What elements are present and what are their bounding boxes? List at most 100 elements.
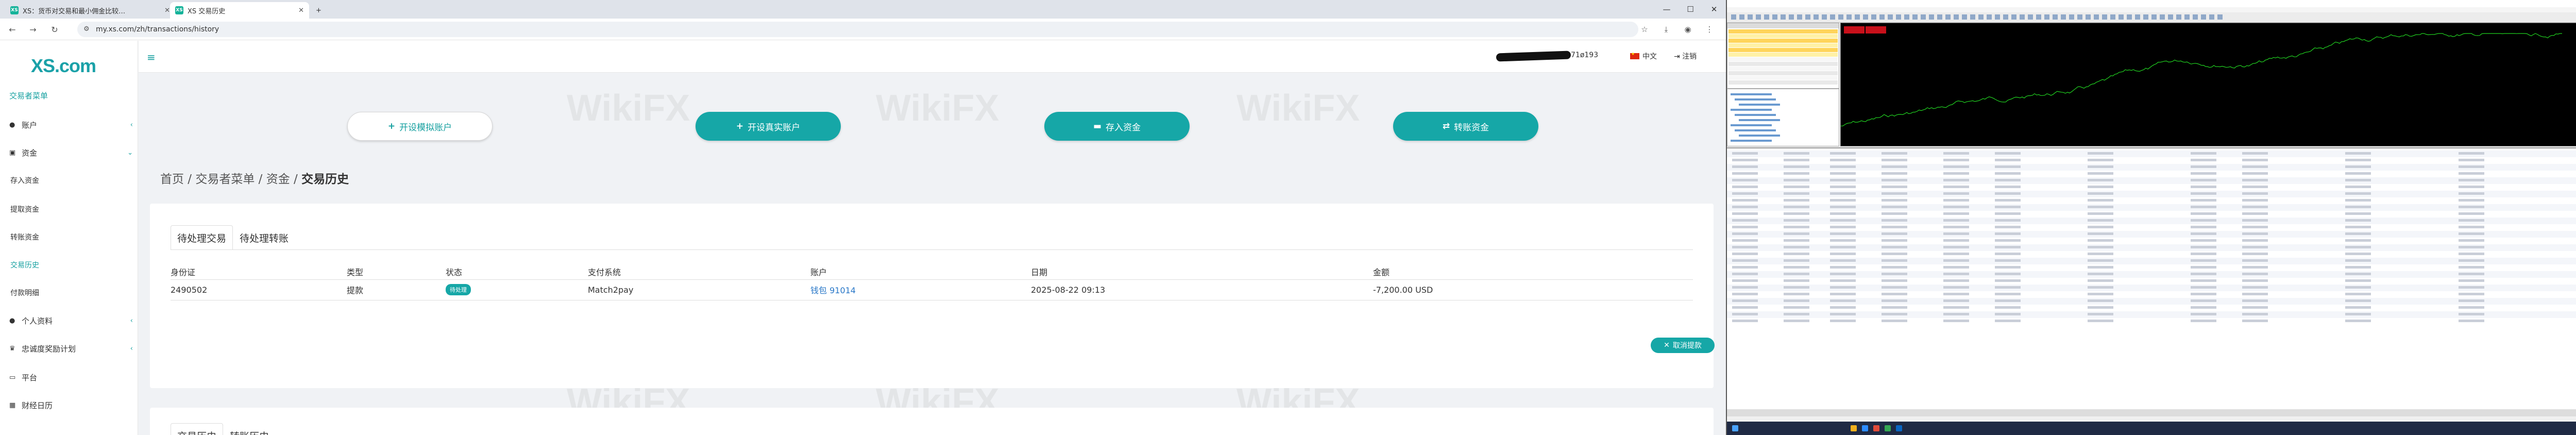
market-watch-row[interactable]: [1728, 48, 1838, 52]
toolbar-button-icon[interactable]: [2119, 14, 2124, 20]
tab-transfer-history[interactable]: 转账历史: [223, 423, 276, 435]
toolbar-button-icon[interactable]: [2209, 14, 2214, 20]
market-watch-row[interactable]: [1728, 43, 1838, 47]
history-row[interactable]: [1727, 291, 2576, 298]
toolbar-button-icon[interactable]: [1797, 14, 1802, 20]
navigator-item[interactable]: [1731, 109, 1772, 111]
market-watch-row[interactable]: [1728, 29, 1838, 34]
sidebar-item-calendar[interactable]: ▦ 财经日历: [9, 397, 133, 413]
toolbar-button-icon[interactable]: [1855, 14, 1860, 20]
history-row[interactable]: [1727, 258, 2576, 264]
deposit-funds-button[interactable]: ▬ 存入资金: [1044, 112, 1190, 141]
toolbar-button-icon[interactable]: [1871, 14, 1876, 20]
history-row[interactable]: [1727, 271, 2576, 278]
download-icon[interactable]: ⤓: [1660, 23, 1672, 36]
market-watch-row[interactable]: [1728, 71, 1838, 75]
taskbar-app-icon[interactable]: [1851, 425, 1857, 431]
market-watch-row[interactable]: [1728, 76, 1838, 80]
history-row[interactable]: [1727, 285, 2576, 291]
history-row[interactable]: [1727, 224, 2576, 231]
back-icon[interactable]: ←: [6, 23, 19, 36]
maximize-icon[interactable]: ☐: [1679, 0, 1702, 19]
sidebar-item-withdraw[interactable]: 提取资金: [10, 202, 134, 217]
toolbar-button-icon[interactable]: [1937, 14, 1942, 20]
reload-icon[interactable]: ↻: [48, 23, 61, 36]
toolbar-button-icon[interactable]: [2044, 14, 2049, 20]
toolbar-button-icon[interactable]: [1978, 14, 1984, 20]
toolbar-button-icon[interactable]: [1970, 14, 1975, 20]
hamburger-menu-icon[interactable]: ≡: [147, 51, 156, 63]
browser-tab-1[interactable]: XS XS：货币对交易和最小佣金比较… ✕: [5, 2, 175, 19]
toolbar-button-icon[interactable]: [1805, 14, 1810, 20]
breadcrumb-home[interactable]: 首页: [160, 173, 184, 186]
navigator-item[interactable]: [1739, 119, 1780, 121]
logout-button[interactable]: ⇥ 注销: [1674, 51, 1697, 61]
history-row[interactable]: [1727, 244, 2576, 251]
toolbar-button-icon[interactable]: [2069, 14, 2074, 20]
history-row[interactable]: [1727, 231, 2576, 238]
toolbar-button-icon[interactable]: [2143, 14, 2148, 20]
market-watch-row[interactable]: [1728, 66, 1838, 71]
toolbar-button-icon[interactable]: [1739, 14, 1744, 20]
history-row[interactable]: [1727, 164, 2576, 171]
toolbar-button-icon[interactable]: [1888, 14, 1893, 20]
navigator-item[interactable]: [1735, 114, 1776, 116]
toolbar-button-icon[interactable]: [1764, 14, 1769, 20]
toolbar-button-icon[interactable]: [1838, 14, 1843, 20]
toolbar-button-icon[interactable]: [1945, 14, 1951, 20]
sidebar-item-loyalty[interactable]: ♛ 忠诚度奖励计划 ‹: [9, 341, 133, 356]
navigator-item[interactable]: [1735, 129, 1776, 131]
toolbar-button-icon[interactable]: [2053, 14, 2058, 20]
toolbar-button-icon[interactable]: [1830, 14, 1835, 20]
language-selector[interactable]: 中文: [1630, 51, 1657, 61]
open-demo-account-button[interactable]: + 开设模拟账户: [347, 112, 493, 141]
toolbar-button-icon[interactable]: [1962, 14, 1967, 20]
history-row[interactable]: [1727, 238, 2576, 244]
sidebar-item-deposit[interactable]: 存入资金: [10, 173, 134, 188]
toolbar-button-icon[interactable]: [1846, 14, 1852, 20]
history-row[interactable]: [1727, 150, 2576, 157]
tab-pending-transactions[interactable]: 待处理交易: [171, 225, 233, 250]
tab-pending-transfers[interactable]: 待处理转账: [233, 225, 295, 250]
toolbar-button-icon[interactable]: [2176, 14, 2181, 20]
history-row[interactable]: [1727, 171, 2576, 177]
history-row[interactable]: [1727, 177, 2576, 184]
toolbar-button-icon[interactable]: [2061, 14, 2066, 20]
toolbar-button-icon[interactable]: [1954, 14, 1959, 20]
toolbar-button-icon[interactable]: [1921, 14, 1926, 20]
open-live-account-button[interactable]: + 开设真实账户: [696, 112, 841, 141]
breadcrumb-trader-menu[interactable]: 交易者菜单: [195, 173, 255, 186]
history-row[interactable]: [1727, 264, 2576, 271]
toolbar-button-icon[interactable]: [2127, 14, 2132, 20]
toolbar-button-icon[interactable]: [1748, 14, 1753, 20]
toolbar-button-icon[interactable]: [1756, 14, 1761, 20]
history-row[interactable]: [1727, 305, 2576, 311]
taskbar-app-icon[interactable]: [1862, 425, 1868, 431]
toolbar-button-icon[interactable]: [2201, 14, 2206, 20]
tab-trade-history[interactable]: 交易历史: [171, 423, 224, 435]
close-window-icon[interactable]: ✕: [1702, 0, 1726, 19]
sidebar-item-accounts[interactable]: ● 账户 ‹: [9, 117, 133, 132]
history-row[interactable]: [1727, 204, 2576, 211]
market-watch-row[interactable]: [1728, 57, 1838, 61]
toolbar-button-icon[interactable]: [2160, 14, 2165, 20]
toolbar-button-icon[interactable]: [2184, 14, 2190, 20]
navigator-item[interactable]: [1731, 124, 1772, 126]
sidebar-item-history[interactable]: 交易历史: [10, 257, 134, 273]
history-row[interactable]: [1727, 157, 2576, 164]
navigator-item[interactable]: [1731, 140, 1772, 142]
history-row[interactable]: [1727, 251, 2576, 258]
forward-icon[interactable]: →: [27, 23, 39, 36]
taskbar-app-icon[interactable]: [1885, 425, 1891, 431]
toolbar-button-icon[interactable]: [1995, 14, 2000, 20]
toolbar-button-icon[interactable]: [1814, 14, 1819, 20]
toolbar-button-icon[interactable]: [2193, 14, 2198, 20]
sidebar-item-payment-details[interactable]: 付款明细: [10, 285, 134, 300]
toolbar-button-icon[interactable]: [1781, 14, 1786, 20]
toolbar-button-icon[interactable]: [2028, 14, 2033, 20]
toolbar-button-icon[interactable]: [2077, 14, 2082, 20]
history-row[interactable]: [1727, 298, 2576, 305]
cancel-withdrawal-button[interactable]: ✕ 取消提款: [1651, 338, 1715, 353]
close-icon[interactable]: ✕: [298, 7, 304, 14]
new-tab-button[interactable]: +: [312, 2, 327, 19]
